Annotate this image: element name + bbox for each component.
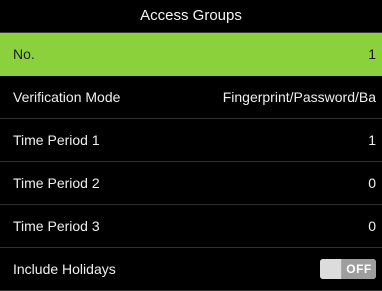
page-title: Access Groups [0, 0, 382, 33]
toggle-state-label: OFF [342, 259, 376, 279]
row-time-period-2[interactable]: Time Period 2 0 [0, 162, 382, 205]
include-holidays-toggle[interactable]: OFF [320, 259, 376, 279]
row-time-period-3-label: Time Period 3 [13, 218, 100, 234]
row-number-label: No. [13, 46, 35, 62]
toggle-knob-icon [320, 259, 342, 279]
settings-list: No. 1 Verification Mode Fingerprint/Pass… [0, 33, 382, 291]
row-time-period-3-value: 0 [368, 218, 376, 234]
row-number[interactable]: No. 1 [0, 33, 382, 76]
row-include-holidays[interactable]: Include Holidays OFF [0, 248, 382, 291]
row-verification-mode[interactable]: Verification Mode Fingerprint/Password/B… [0, 76, 382, 119]
access-groups-screen: Access Groups No. 1 Verification Mode Fi… [0, 0, 382, 291]
row-include-holidays-label: Include Holidays [13, 261, 116, 277]
row-time-period-3[interactable]: Time Period 3 0 [0, 205, 382, 248]
row-time-period-1-value: 1 [368, 132, 376, 148]
row-time-period-1[interactable]: Time Period 1 1 [0, 119, 382, 162]
row-time-period-2-label: Time Period 2 [13, 175, 100, 191]
row-verification-mode-value: Fingerprint/Password/Ba [222, 89, 376, 105]
row-time-period-2-value: 0 [368, 175, 376, 191]
row-time-period-1-label: Time Period 1 [13, 132, 100, 148]
row-verification-mode-label: Verification Mode [13, 89, 121, 105]
row-number-value: 1 [368, 46, 376, 62]
